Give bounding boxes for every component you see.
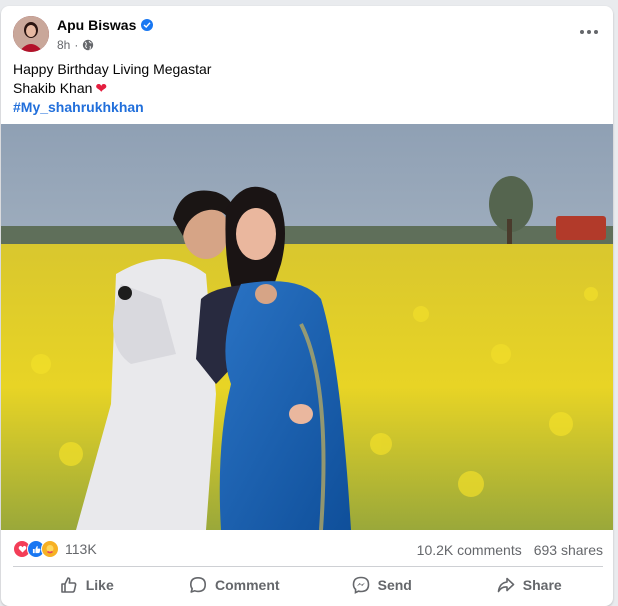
share-button-label: Share <box>522 577 562 593</box>
post-card: Apu Biswas 8h · Happy Birthday Living Me… <box>1 6 613 606</box>
reactions-summary[interactable]: 113K <box>13 540 97 558</box>
send-button[interactable]: Send <box>308 570 456 600</box>
comments-count[interactable]: 10.2K comments <box>417 542 522 558</box>
more-dot-icon <box>594 30 598 34</box>
caption-line-2: Shakib Khan ❤ <box>13 79 211 98</box>
send-button-label: Send <box>377 577 412 593</box>
comment-button[interactable]: Comment <box>161 570 309 600</box>
shares-count[interactable]: 693 shares <box>534 542 603 558</box>
care-reaction-icon <box>41 540 59 558</box>
verified-badge-icon <box>141 19 154 31</box>
more-dot-icon <box>587 30 591 34</box>
post-header: Apu Biswas 8h · <box>13 16 603 60</box>
share-arrow-icon <box>497 577 515 593</box>
share-button[interactable]: Share <box>456 570 604 600</box>
reactions-count[interactable]: 113K <box>65 541 97 557</box>
post-photo[interactable] <box>1 124 613 530</box>
messenger-icon <box>352 576 369 594</box>
more-options-button[interactable] <box>575 22 603 42</box>
caption-line-1: Happy Birthday Living Megastar <box>13 61 212 77</box>
post-time[interactable]: 8h <box>57 38 70 52</box>
comment-button-label: Comment <box>214 577 280 593</box>
like-button-label: Like <box>85 577 114 593</box>
author-avatar[interactable] <box>13 16 49 52</box>
more-dot-icon <box>580 30 584 34</box>
post-actions-bar: Like Comment Send Share <box>13 570 603 600</box>
separator-dot: · <box>74 38 79 52</box>
heart-emoji-icon: ❤ <box>95 80 108 96</box>
post-meta: 8h · <box>57 38 94 52</box>
caption-line-2-text: Shakib Khan <box>13 80 93 96</box>
public-globe-icon <box>83 39 94 51</box>
like-button[interactable]: Like <box>13 570 161 600</box>
comment-bubble-icon <box>189 577 206 593</box>
thumbs-up-icon <box>60 577 77 593</box>
author-name-label[interactable]: Apu Biswas <box>57 17 136 33</box>
post-stats: 113K 10.2K comments 693 shares <box>13 538 603 562</box>
hashtag-link[interactable]: #My_shahrukhkhan <box>13 98 211 117</box>
actions-divider <box>13 566 603 567</box>
author-name[interactable]: Apu Biswas <box>57 17 154 33</box>
post-caption: Happy Birthday Living Megastar Shakib Kh… <box>13 60 211 117</box>
engagement-counts: 10.2K comments 693 shares <box>417 542 603 558</box>
